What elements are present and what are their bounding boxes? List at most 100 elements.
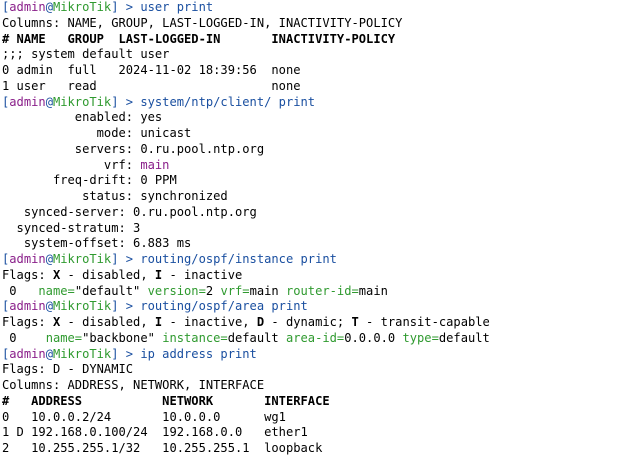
terminal-line: 0 name="default" version=2 vrf=main rout… [2, 284, 626, 300]
terminal-text: - disabled, [60, 315, 155, 329]
terminal-line: vrf: main [2, 158, 626, 174]
terminal-text: user print [140, 0, 214, 14]
terminal-text: - inactive, [162, 315, 257, 329]
terminal-text: routing/ospf/area print [140, 299, 308, 314]
terminal-text: 0 10.0.0.2/24 10.0.0.0 wg1 [2, 409, 286, 424]
terminal-text: "default" [74, 283, 148, 298]
terminal-line: 1 user read none [2, 79, 626, 95]
terminal-text: system-offset: 6.883 ms [2, 236, 192, 251]
terminal-text: Flags: D - DYNAMIC [2, 362, 134, 377]
terminal-line: [admin@MikroTik] > ip address print [2, 347, 626, 363]
terminal-text: mode: unicast [2, 126, 192, 140]
terminal-text: main [249, 283, 286, 298]
terminal-text: T [351, 315, 359, 329]
terminal-line: 2 10.255.255.1/32 10.255.255.1 loopback [2, 441, 626, 457]
terminal-line: Flags: X - disabled, I - inactive [2, 268, 626, 284]
terminal-text: admin [9, 299, 46, 314]
terminal-text: - transit-capable [358, 315, 490, 329]
terminal-line: [admin@MikroTik] > routing/ospf/instance… [2, 252, 626, 268]
terminal-output[interactable]: [admin@MikroTik] > user print Columns: NA… [2, 0, 626, 460]
terminal-line: Columns: ADDRESS, NETWORK, INTERFACE [2, 378, 626, 394]
terminal-text: Columns: NAME, GROUP, LAST-LOGGED-IN, IN… [2, 15, 403, 30]
terminal-text: ] > [111, 346, 141, 361]
terminal-text: @ [45, 0, 53, 14]
terminal-text: @ [45, 252, 53, 266]
terminal-text: MikroTik [52, 0, 112, 14]
terminal-line: servers: 0.ru.pool.ntp.org [2, 142, 626, 158]
terminal-text: Flags: [2, 315, 53, 329]
terminal-text: freq-drift: 0 PPM [2, 173, 177, 188]
terminal-line: mode: unicast [2, 126, 626, 142]
terminal-text: 0 [2, 283, 39, 298]
terminal-text: vrf= [220, 283, 250, 298]
terminal-text: ] > [111, 252, 141, 266]
terminal-text: enabled: yes [2, 110, 163, 125]
terminal-text: - dynamic; [264, 315, 352, 329]
terminal-text: main [140, 157, 170, 172]
terminal-text: 2 10.255.255.1/32 10.255.255.1 loopback [2, 441, 323, 455]
terminal-text: name= [45, 330, 83, 345]
terminal-line: Flags: D - DYNAMIC [2, 362, 626, 378]
terminal-line: freq-drift: 0 PPM [2, 173, 626, 189]
terminal-text: routing/ospf/instance print [140, 252, 337, 266]
terminal-text: ] > [111, 0, 141, 14]
terminal-line: Flags: X - disabled, I - inactive, D - d… [2, 315, 626, 331]
terminal-line: [admin@MikroTik] > user print [2, 0, 626, 16]
terminal-text: synced-server: 0.ru.pool.ntp.org [2, 204, 257, 219]
terminal-text: version= [147, 283, 206, 298]
terminal-text: default [227, 330, 286, 345]
terminal-line: 0 10.0.0.2/24 10.0.0.0 wg1 [2, 410, 626, 426]
terminal-text: 1 user read none [2, 78, 301, 93]
terminal-text: # NAME GROUP LAST-LOGGED-IN INACTIVITY-P… [2, 31, 396, 46]
terminal-line: synced-server: 0.ru.pool.ntp.org [2, 205, 626, 221]
terminal-text: Columns: ADDRESS, NETWORK, INTERFACE [2, 378, 265, 392]
terminal-line: # ADDRESS NETWORK INTERFACE [2, 394, 626, 410]
terminal-text: system/ntp/client/ print [140, 94, 316, 109]
terminal-text: @ [45, 94, 53, 109]
terminal-text: default [438, 330, 490, 345]
terminal-line: 0 name="backbone" instance=default area-… [2, 331, 626, 347]
terminal-line: Columns: NAME, GROUP, LAST-LOGGED-IN, IN… [2, 16, 626, 32]
terminal-text: main [358, 283, 388, 298]
terminal-text: status: synchronized [2, 189, 228, 203]
terminal-line: status: synchronized [2, 189, 626, 205]
terminal-line: # NAME GROUP LAST-LOGGED-IN INACTIVITY-P… [2, 32, 626, 48]
terminal-line: system-offset: 6.883 ms [2, 236, 626, 252]
terminal-text: ip address print [140, 346, 257, 361]
terminal-text: MikroTik [52, 252, 112, 266]
terminal-text: servers: 0.ru.pool.ntp.org [2, 141, 265, 156]
terminal-text: ] > [111, 94, 141, 109]
terminal-text: MikroTik [52, 94, 112, 109]
terminal-text: MikroTik [52, 299, 112, 314]
terminal-text: # ADDRESS NETWORK INTERFACE [2, 393, 330, 408]
terminal-text: admin [9, 252, 46, 266]
terminal-text: admin [9, 94, 46, 109]
terminal-text: 0 [2, 330, 46, 345]
terminal-text: @ [45, 299, 53, 314]
terminal-text: vrf: [2, 157, 141, 172]
terminal-text: - inactive [162, 267, 243, 282]
terminal-line: 0 admin full 2024-11-02 18:39:56 none [2, 63, 626, 79]
terminal-text: router-id= [285, 283, 359, 298]
terminal-text: 2 [205, 283, 221, 298]
terminal-text: admin [9, 346, 46, 361]
terminal-text: ;;; system default user [2, 47, 170, 62]
terminal-text: instance= [162, 330, 228, 345]
terminal-text: synced-stratum: 3 [2, 220, 141, 235]
terminal-line: [admin@MikroTik] > system/ntp/client/ pr… [2, 95, 626, 111]
terminal-text: Flags: [2, 267, 53, 282]
terminal-text: area-id= [285, 330, 345, 345]
terminal-text: MikroTik [52, 346, 112, 361]
terminal-text: "backbone" [82, 330, 163, 345]
terminal-text: ] > [111, 299, 141, 314]
terminal-line: 1 D 192.168.0.100/24 192.168.0.0 ether1 [2, 425, 626, 441]
terminal-line: ;;; system default user [2, 47, 626, 63]
terminal-text: type= [402, 330, 439, 345]
terminal-text: admin [9, 0, 46, 14]
terminal-text: @ [45, 346, 53, 361]
terminal-text: name= [38, 283, 75, 298]
terminal-line: enabled: yes [2, 110, 626, 126]
terminal-line: [admin@MikroTik] > routing/ospf/area pri… [2, 299, 626, 315]
terminal-line: synced-stratum: 3 [2, 221, 626, 237]
terminal-text: 1 D 192.168.0.100/24 192.168.0.0 ether1 [2, 425, 308, 440]
